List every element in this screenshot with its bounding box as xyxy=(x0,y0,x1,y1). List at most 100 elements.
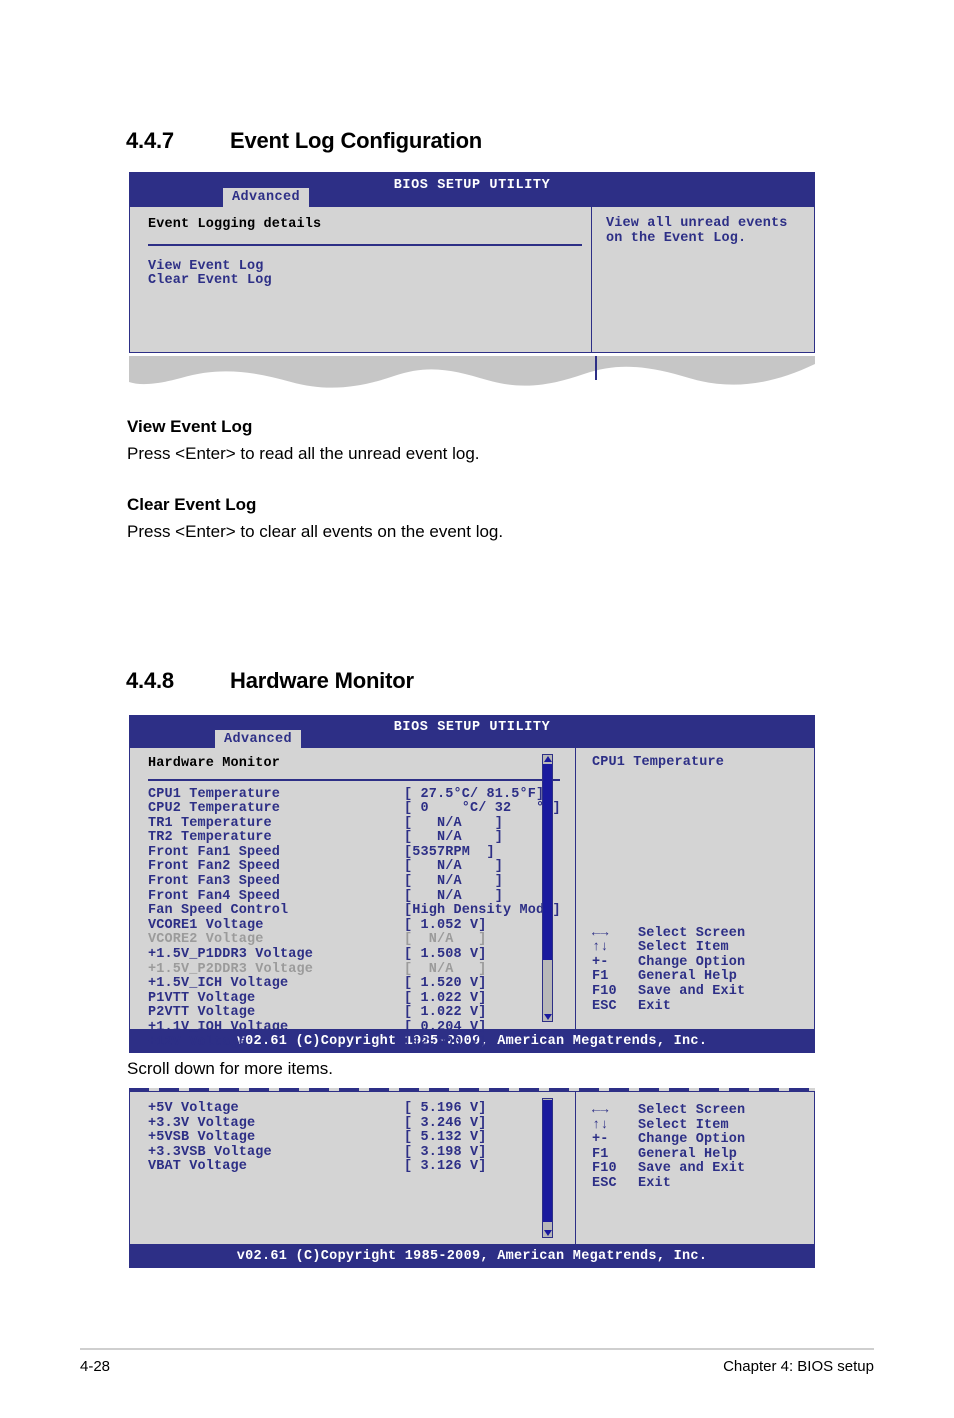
hardware-monitor-row-list: +5V Voltage [ 5.196 V] +3.3V Voltage [ 3.24… xyxy=(148,1101,575,1175)
hardware-monitor-row[interactable]: +1.1V_IOH Voltage [ 0.204 V] xyxy=(148,1020,575,1036)
hardware-monitor-row-value: [ 5.132 V] xyxy=(404,1130,487,1146)
hardware-monitor-row[interactable]: Front Fan1 Speed [5357RPM ] xyxy=(148,845,575,861)
bios-screen-hardware-monitor-top: BIOS SETUP UTILITY Advanced Hardware Mon… xyxy=(129,715,815,1053)
section-number: 4.4.8 xyxy=(126,668,174,693)
hardware-monitor-row-value: [ 27.5°C/ 81.5°F] xyxy=(404,786,545,802)
hardware-monitor-row-value: [ 1.022 V] xyxy=(404,1005,487,1021)
menu-item-view-event-log[interactable]: View Event Log xyxy=(148,259,591,275)
hardware-monitor-row[interactable]: VCORE1 Voltage [ 1.052 V] xyxy=(148,918,575,934)
hardware-monitor-row[interactable]: +5VSB Voltage [ 5.132 V] xyxy=(148,1131,575,1146)
hardware-monitor-row-label: +1.5V_ICH Voltage xyxy=(148,976,289,992)
menu-item-clear-event-log[interactable]: Clear Event Log xyxy=(148,273,591,289)
section-heading-4-4-8: 4.4.8 Hardware Monitor xyxy=(126,668,414,694)
key-legend-description: General Help xyxy=(638,969,738,985)
key-legend-row: +- Change Option xyxy=(592,1133,814,1148)
hardware-monitor-row[interactable]: VCORE2 Voltage [ N/A ] xyxy=(148,933,575,948)
hardware-monitor-row[interactable]: Front Fan2 Speed [ N/A ] xyxy=(148,860,575,875)
hardware-monitor-row[interactable]: CPU2 Temperature [ 0 °C/ 32 °F] xyxy=(148,801,575,817)
hardware-monitor-row-label: P1VTT Voltage xyxy=(148,990,256,1006)
tab-advanced[interactable]: Advanced xyxy=(215,730,302,749)
doc-text-view-event-log: Press <Enter> to read all the unread eve… xyxy=(127,444,480,463)
bios-screen-event-log: BIOS SETUP UTILITY Advanced Event Loggin… xyxy=(129,172,815,353)
hardware-monitor-row[interactable]: TR2 Temperature [ N/A ] xyxy=(148,831,575,846)
hardware-monitor-row-label: +5VSB Voltage xyxy=(148,1130,256,1146)
hardware-monitor-row-label: CPU1 Temperature xyxy=(148,786,281,802)
hardware-monitor-row[interactable]: Fan Speed Control [High Density Mode] xyxy=(148,904,575,919)
panel-title-hardware-monitor: Hardware Monitor xyxy=(148,756,281,771)
key-legend-key: +- xyxy=(592,1132,609,1148)
hardware-monitor-row[interactable]: +1.5V_ICH Voltage [ 1.520 V] xyxy=(148,977,575,992)
hardware-monitor-row[interactable]: P2VTT Voltage [ 1.022 V] xyxy=(148,1006,575,1021)
section-title: Event Log Configuration xyxy=(230,128,483,153)
key-legend-row: F1 General Help xyxy=(592,970,814,985)
key-legend-key: +- xyxy=(592,954,609,970)
bios-help-pane: View all unread events on the Event Log. xyxy=(591,207,814,352)
hardware-monitor-row-value: [ N/A ] xyxy=(404,830,504,846)
hardware-monitor-row-value: [ N/A ] xyxy=(404,932,487,948)
key-legend: ←→ Select Screen ↑↓ Select Item +- Change Opt… xyxy=(592,926,814,1015)
hardware-monitor-row-value: [ N/A ] xyxy=(404,961,487,977)
bios-main-pane: Event Logging details View Event Log Cle… xyxy=(130,207,591,352)
key-legend-key: F10 xyxy=(592,983,617,999)
scroll-down-arrow[interactable] xyxy=(543,1229,552,1237)
hardware-monitor-row[interactable]: +12V Voltage [12.000 V] xyxy=(148,1034,575,1051)
hardware-monitor-row-label: Front Fan2 Speed xyxy=(148,859,281,875)
hardware-monitor-row[interactable]: VBAT Voltage [ 3.126 V] xyxy=(148,1160,575,1175)
section-heading-4-4-7: 4.4.7 Event Log Configuration xyxy=(126,128,482,154)
hardware-monitor-row-value: [ 1.520 V] xyxy=(404,976,487,992)
bios-help-pane: ←→ Select Screen ↑↓ Select Item +- Change Opt… xyxy=(575,1092,814,1244)
key-legend: ←→ Select Screen ↑↓ Select Item +- Change Opt… xyxy=(592,1103,814,1192)
hardware-monitor-row[interactable]: +1.5V_P2DDR3 Voltage [ N/A ] xyxy=(148,961,575,978)
key-legend-key: ESC xyxy=(592,998,617,1014)
scroll-down-arrow[interactable] xyxy=(543,1013,552,1021)
section-title: Hardware Monitor xyxy=(230,668,414,693)
hardware-monitor-row-value: [ 3.126 V] xyxy=(404,1159,487,1175)
hardware-monitor-row-label: VBAT Voltage xyxy=(148,1159,248,1175)
hardware-monitor-row[interactable]: Front Fan4 Speed [ N/A ] xyxy=(148,888,575,905)
hardware-monitor-row[interactable]: +1.5V_P1DDR3 Voltage [ 1.508 V] xyxy=(148,947,575,963)
scrollbar-vertical[interactable] xyxy=(542,754,553,1022)
hardware-monitor-row-label: CPU2 Temperature xyxy=(148,801,281,817)
hardware-monitor-row-value: [ 5.196 V] xyxy=(404,1101,487,1116)
key-legend-description: Select Item xyxy=(638,1117,729,1133)
tab-advanced[interactable]: Advanced xyxy=(223,188,310,207)
chevron-down-icon xyxy=(543,1014,552,1020)
hardware-monitor-row[interactable]: Front Fan3 Speed [ N/A ] xyxy=(148,874,575,890)
bios-titlebar: BIOS SETUP UTILITY Advanced xyxy=(129,172,815,207)
bios-body: +5V Voltage [ 5.196 V] +3.3V Voltage [ 3.24… xyxy=(129,1091,815,1245)
hardware-monitor-row[interactable]: +3.3V Voltage [ 3.246 V] xyxy=(148,1115,575,1132)
hardware-monitor-row-value: [12.000 V] xyxy=(404,1034,487,1050)
help-text-line-1: View all unread events xyxy=(606,216,788,231)
hardware-monitor-row-list: CPU1 Temperature[ 27.5°C/ 81.5°F] CPU2 Te… xyxy=(148,786,575,1051)
footer-divider xyxy=(80,1348,874,1350)
bios-body: Hardware Monitor CPU1 Temperature [ 27.5°… xyxy=(129,748,815,1049)
bios-help-pane: CPU1 Temperature ←→ Select Screen ↑↓ Select… xyxy=(575,748,814,1029)
key-legend-key: F10 xyxy=(592,1161,617,1177)
hardware-monitor-row-value: [ N/A ] xyxy=(404,888,504,904)
key-legend-key: ↑↓ xyxy=(592,1117,609,1133)
key-legend-row: ↑↓ Select Item xyxy=(592,941,814,956)
key-legend-description: Change Option xyxy=(638,954,746,970)
hardware-monitor-row-value: [ 0 °C/ 32 °F] xyxy=(404,801,561,817)
hardware-monitor-row-value: [ 3.198 V] xyxy=(404,1144,487,1160)
hardware-monitor-row[interactable]: P1VTT Voltage [ 1.022 V] xyxy=(148,990,575,1007)
scrollbar-vertical[interactable] xyxy=(542,1098,553,1238)
scrollbar-thumb[interactable] xyxy=(543,764,552,960)
chevron-up-icon xyxy=(543,756,552,762)
hardware-monitor-row-value: [ 1.508 V] xyxy=(404,947,487,963)
scroll-up-arrow[interactable] xyxy=(543,755,552,763)
scroll-down-note: Scroll down for more items. xyxy=(127,1059,333,1078)
hardware-monitor-row-label: Fan Speed Control xyxy=(148,903,289,919)
hardware-monitor-row[interactable]: +5V Voltage [ 5.196 V] xyxy=(148,1101,575,1117)
key-legend-row: F1 General Help xyxy=(592,1147,814,1163)
hardware-monitor-row-label: +1.1V_IOH Voltage xyxy=(148,1020,289,1035)
panel-title-event-logging: Event Logging details xyxy=(148,217,322,232)
hardware-monitor-row[interactable]: +3.3VSB Voltage [ 3.198 V] xyxy=(148,1144,575,1161)
hardware-monitor-row-value: [ 3.246 V] xyxy=(404,1115,487,1131)
scrollbar-thumb[interactable] xyxy=(543,1100,552,1222)
hardware-monitor-row[interactable]: TR1 Temperature [ N/A ] xyxy=(148,815,575,832)
help-title-cpu1-temperature: CPU1 Temperature xyxy=(592,755,725,770)
hardware-monitor-row-label: +1.5V_P1DDR3 Voltage xyxy=(148,947,314,963)
hardware-monitor-row-value: [ N/A ] xyxy=(404,815,504,831)
hardware-monitor-row[interactable]: CPU1 Temperature [ 27.5°C/ 81.5°F] xyxy=(148,786,575,803)
